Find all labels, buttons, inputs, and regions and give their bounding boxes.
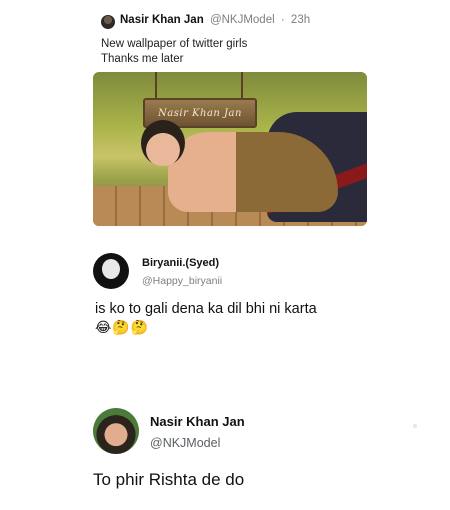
tweet-text: New wallpaper of twitter girls Thanks me…	[101, 37, 247, 67]
tweet-author-handle[interactable]: @NKJModel	[210, 14, 275, 26]
tweet-separator: ·	[280, 14, 285, 26]
quote-text: is ko to gali dena ka dil bhi ni karta	[95, 301, 317, 317]
sign-rope-right	[241, 72, 243, 99]
tweet-author-name[interactable]: Nasir Khan Jan	[120, 14, 204, 26]
quote-emojis: 😂🤔🤔	[95, 320, 150, 336]
tweet-time[interactable]: 23h	[291, 14, 310, 26]
sign-rope-left	[155, 72, 157, 99]
more-options-dot	[413, 424, 417, 428]
image-sign-text: Nasir Khan Jan	[158, 107, 242, 119]
tweet-text-line-2: Thanks me later	[101, 53, 184, 65]
reply-text: To phir Rishta de do	[93, 470, 245, 489]
tweet-author-avatar[interactable]	[101, 15, 115, 29]
tweet-text-line-1: New wallpaper of twitter girls	[101, 38, 248, 50]
reply-author-name[interactable]: Nasir Khan Jan	[150, 414, 245, 429]
image-person-head	[141, 120, 185, 166]
quote-author-name[interactable]: Biryanii.(Syed)	[142, 257, 219, 269]
reply-author-avatar[interactable]	[93, 408, 139, 454]
tweet-header: Nasir Khan Jan @NKJModel · 23h	[120, 14, 310, 26]
quote-author-handle[interactable]: @Happy_biryanii	[142, 275, 222, 287]
reply-author-handle[interactable]: @NKJModel	[150, 436, 220, 450]
tweet-media-image[interactable]: Nasir Khan Jan	[93, 72, 367, 226]
quote-author-avatar[interactable]	[93, 253, 129, 289]
image-person-body	[168, 132, 338, 212]
